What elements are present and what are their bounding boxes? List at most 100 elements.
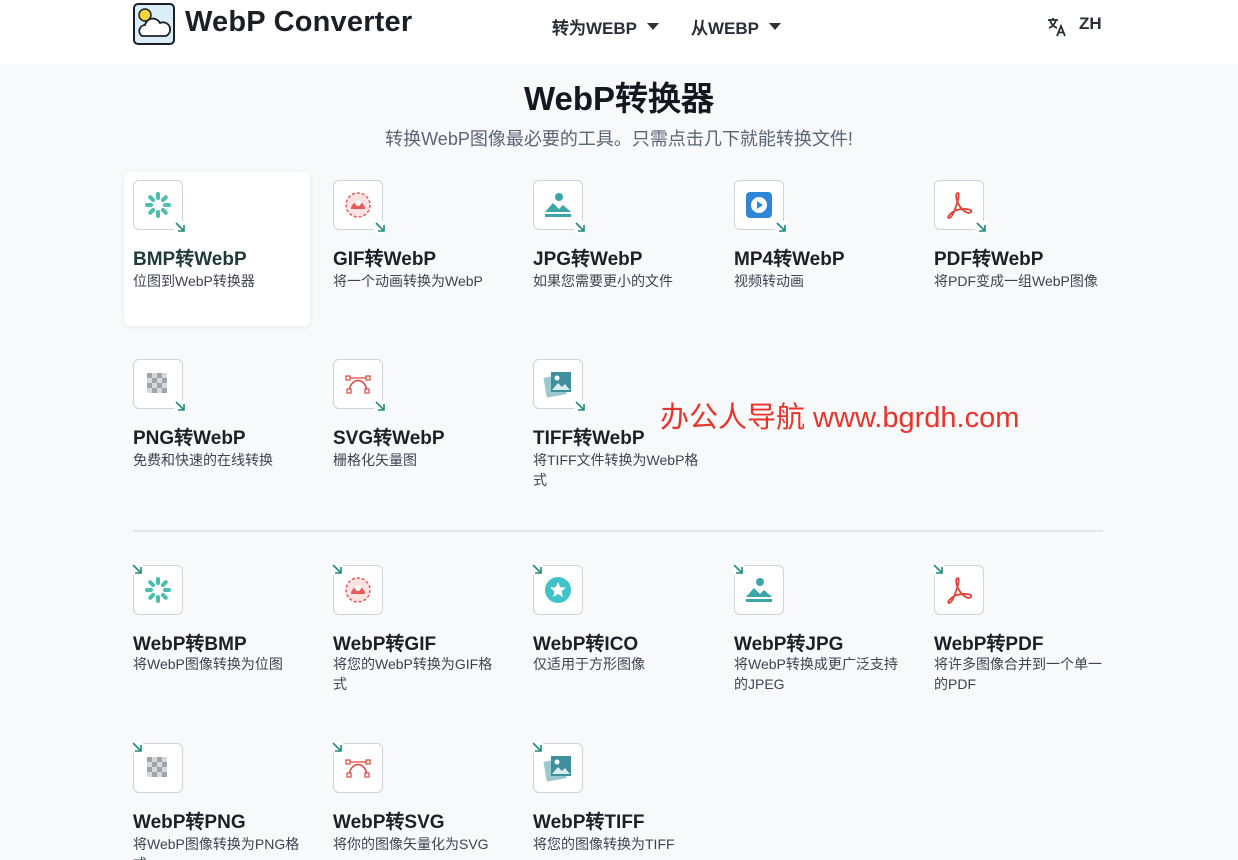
card-title: TIFF转WebP — [533, 428, 645, 449]
arrow-down-right-icon — [975, 221, 987, 233]
jpg-icon-box — [533, 180, 586, 233]
card-title: WebP转PNG — [133, 812, 246, 833]
bmp-icon-box — [133, 180, 186, 233]
arrow-down-right-icon — [932, 563, 944, 575]
tiff-icon-box — [533, 359, 586, 412]
card-description: 栅格化矢量图 — [333, 452, 417, 468]
card-title: WebP转ICO — [533, 634, 639, 655]
arrow-down-right-icon — [331, 741, 343, 753]
card-title: WebP转GIF — [333, 634, 437, 655]
card-description: 免费和快速的在线转换 — [133, 452, 273, 468]
png-icon-box — [133, 359, 186, 412]
card-description: 位图到WebP转换器 — [133, 273, 255, 289]
card-webp-to-bmp[interactable]: WebP转BMP 将WebP图像转换为位图 — [124, 557, 310, 697]
card-description: 视频转动画 — [734, 273, 804, 289]
card-title: WebP转PDF — [934, 634, 1044, 655]
arrow-down-right-icon — [531, 741, 543, 753]
card-svg-to-webp[interactable]: SVG转WebP 栅格化矢量图 — [324, 351, 510, 491]
card-webp-to-tiff[interactable]: WebP转TIFF 将您的图像转换为TIFF — [524, 735, 710, 860]
mp4-icon-box — [734, 180, 787, 233]
jpg-icon-box — [732, 563, 784, 615]
chevron-down-icon — [769, 23, 781, 30]
arrow-down-right-icon — [174, 221, 186, 233]
ico-icon-box — [531, 563, 583, 615]
card-webp-to-ico[interactable]: WebP转ICO 仅适用于方形图像 — [524, 557, 710, 697]
translate-icon[interactable] — [1046, 16, 1068, 38]
png-icon-box — [131, 741, 183, 793]
ico-icon — [545, 577, 571, 603]
arrow-down-right-icon — [131, 741, 143, 753]
arrow-down-right-icon — [131, 563, 143, 575]
card-gif-to-webp[interactable]: GIF转WebP 将一个动画转换为WebP — [324, 172, 510, 312]
gif-icon — [345, 192, 371, 218]
bmp-icon — [145, 577, 171, 603]
tiff-icon — [543, 372, 571, 398]
page-subtitle: 转换WebP图像最必要的工具。只需点击几下就能转换文件! — [385, 129, 853, 149]
pdf-icon — [947, 577, 973, 604]
card-pdf-to-webp[interactable]: PDF转WebP 将PDF变成一组WebP图像 — [925, 172, 1111, 312]
jpg-icon — [545, 193, 571, 217]
logo-icon[interactable] — [133, 3, 175, 45]
png-icon — [147, 757, 167, 777]
section-divider — [133, 530, 1103, 532]
bmp-icon-box — [131, 563, 183, 615]
card-description: 如果您需要更小的文件 — [533, 273, 673, 289]
arrow-down-right-icon — [775, 221, 787, 233]
bmp-icon — [145, 192, 171, 218]
card-description: 将WebP图像转换为位图 — [133, 656, 283, 672]
card-title: MP4转WebP — [734, 249, 845, 270]
svg-icon — [345, 759, 371, 778]
arrow-down-right-icon — [174, 400, 186, 412]
nav-to-webp-label: 转为WEBP — [552, 19, 637, 38]
tiff-icon-box — [531, 741, 583, 793]
card-description: 仅适用于方形图像 — [533, 656, 645, 672]
card-title: PNG转WebP — [133, 428, 246, 449]
card-title: BMP转WebP — [133, 249, 247, 270]
gif-icon-box — [331, 563, 383, 615]
mp4-icon — [746, 192, 772, 218]
pdf-icon-box — [934, 180, 987, 233]
card-webp-to-svg[interactable]: WebP转SVG 将你的图像矢量化为SVG — [324, 735, 510, 860]
card-webp-to-pdf[interactable]: WebP转PDF 将许多图像合并到一个单一的PDF — [925, 557, 1111, 697]
card-title: SVG转WebP — [333, 428, 445, 449]
card-description: 将您的图像转换为TIFF — [533, 836, 675, 852]
brand-name[interactable]: WebP Converter — [185, 6, 412, 39]
watermark-text: 办公人导航 www.bgrdh.com — [660, 402, 1020, 434]
nav-to-webp[interactable]: 转为WEBP — [552, 14, 659, 39]
card-title: WebP转BMP — [133, 634, 247, 655]
card-description: 将许多图像合并到一个单一的PDF — [934, 656, 1102, 692]
tiff-icon — [543, 756, 571, 782]
arrow-down-right-icon — [574, 400, 586, 412]
card-jpg-to-webp[interactable]: JPG转WebP 如果您需要更小的文件 — [524, 172, 710, 312]
card-webp-to-png[interactable]: WebP转PNG 将WebP图像转换为PNG格式 — [124, 735, 310, 860]
png-icon — [147, 373, 167, 393]
arrow-down-right-icon — [732, 563, 744, 575]
card-bmp-to-webp[interactable]: BMP转WebP 位图到WebP转换器 — [124, 172, 310, 326]
nav-from-webp[interactable]: 从WEBP — [691, 14, 781, 39]
card-title: JPG转WebP — [533, 249, 643, 270]
top-header: WebP Converter 转为WEBP 从WEBP ZH — [0, 0, 1238, 64]
card-title: WebP转TIFF — [533, 812, 645, 833]
card-webp-to-gif[interactable]: WebP转GIF 将您的WebP转换为GIF格式 — [324, 557, 510, 697]
arrow-down-right-icon — [531, 563, 543, 575]
card-title: WebP转JPG — [734, 634, 844, 655]
card-title: GIF转WebP — [333, 249, 437, 270]
pdf-icon-box — [932, 563, 984, 615]
language-switcher[interactable]: ZH — [1079, 14, 1102, 34]
chevron-down-icon — [647, 23, 659, 30]
card-webp-to-jpg[interactable]: WebP转JPG 将WebP转换成更广泛支持的JPEG — [725, 557, 911, 697]
card-title: PDF转WebP — [934, 249, 1044, 270]
gif-icon — [345, 577, 371, 603]
arrow-down-right-icon — [374, 400, 386, 412]
pdf-icon — [947, 192, 973, 219]
card-png-to-webp[interactable]: PNG转WebP 免费和快速的在线转换 — [124, 351, 310, 491]
page-title: WebP转换器 — [523, 80, 715, 117]
card-title: WebP转SVG — [333, 812, 445, 833]
card-description: 将一个动画转换为WebP — [333, 273, 483, 289]
card-description: 将WebP转换成更广泛支持的JPEG — [734, 656, 898, 692]
card-description: 将PDF变成一组WebP图像 — [934, 273, 1098, 289]
svg-icon — [345, 375, 371, 394]
card-description: 将你的图像矢量化为SVG — [333, 836, 489, 852]
gif-icon-box — [333, 180, 386, 233]
card-mp4-to-webp[interactable]: MP4转WebP 视频转动画 — [725, 172, 911, 312]
